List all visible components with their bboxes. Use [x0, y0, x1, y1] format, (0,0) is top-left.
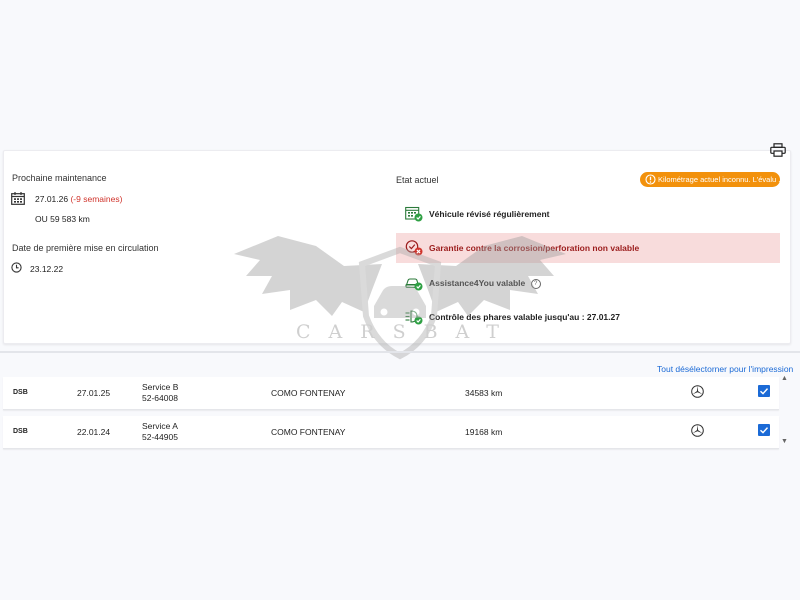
maintenance-label: Prochaine maintenance	[12, 173, 107, 183]
print-checkbox[interactable]	[758, 385, 770, 397]
status-item-assistance: Assistance4You valable ?	[429, 278, 541, 289]
warranty-x-icon	[405, 240, 423, 256]
dealer-name: COMO FONTENAY	[271, 388, 346, 398]
top-blank-area	[0, 0, 800, 146]
mercedes-star-icon	[691, 424, 704, 437]
section-divider	[0, 351, 800, 353]
status-item-revised: Véhicule révisé régulièrement	[429, 209, 550, 219]
assistance-car-icon	[405, 278, 423, 291]
service-date: 22.01.24	[77, 427, 111, 437]
carsbat-watermark-text: CARSBAT	[296, 321, 517, 343]
calendar-icon	[11, 192, 25, 205]
table-row[interactable]: DSB 22.01.24 Service A 52-44905 COMO FON…	[3, 416, 779, 449]
scroll-up-arrow[interactable]: ▲	[781, 375, 788, 382]
registration-label: Date de première mise en circulation	[12, 243, 159, 253]
mileage-warning-badge[interactable]: Kilométrage actuel inconnu. L'évalu ...	[640, 172, 780, 187]
overdue-text: (-9 semaines)	[70, 194, 123, 204]
order-number: 52-64008	[142, 393, 178, 403]
checkmark-icon	[760, 388, 769, 395]
print-checkbox[interactable]	[758, 424, 770, 436]
warning-icon	[645, 174, 656, 185]
printer-icon[interactable]	[770, 143, 786, 157]
service-code: DSB	[13, 389, 28, 396]
maintenance-km: OU 59 583 km	[35, 214, 90, 224]
order-number: 52-44905	[142, 432, 178, 442]
table-row[interactable]: DSB 27.01.25 Service B 52-64008 COMO FON…	[3, 377, 779, 410]
scroll-down-arrow[interactable]: ▼	[781, 438, 788, 445]
registration-date: 23.12.22	[30, 264, 64, 274]
mercedes-star-icon	[691, 385, 704, 398]
service-date: 27.01.25	[77, 388, 111, 398]
service-km: 34583 km	[465, 388, 503, 398]
status-item-warranty: Garantie contre la corrosion/perforation…	[429, 243, 640, 253]
mileage-warning-text: Kilométrage actuel inconnu. L'évalu ...	[658, 175, 780, 184]
deselect-all-print-link[interactable]: Tout désélectorner pour l'impression	[657, 364, 793, 374]
status-label: Etat actuel	[396, 175, 439, 185]
service-code: DSB	[13, 428, 28, 435]
dealer-name: COMO FONTENAY	[271, 427, 346, 437]
maintenance-date: 27.01.26 (-9 semaines)	[35, 194, 123, 204]
calendar-check-icon	[405, 206, 423, 222]
service-km: 19168 km	[465, 427, 503, 437]
service-type: Service A	[142, 421, 178, 431]
service-type: Service B	[142, 382, 179, 392]
checkmark-icon	[760, 427, 769, 434]
clock-icon	[11, 262, 22, 273]
info-icon[interactable]: ?	[530, 279, 541, 289]
